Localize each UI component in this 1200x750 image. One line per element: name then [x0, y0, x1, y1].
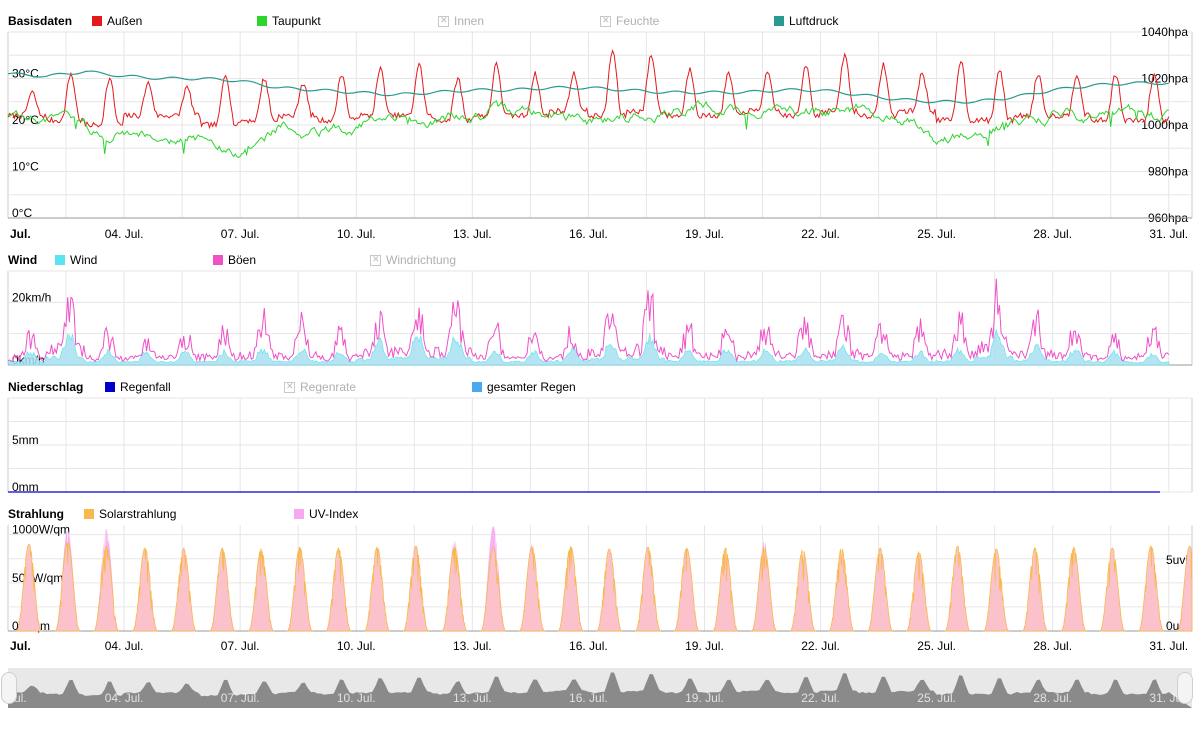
solar-day-area [16, 543, 42, 632]
solar-day-area [905, 550, 932, 632]
x-tick-label: 19. Jul. [685, 639, 724, 653]
y-right-tick-label: 1040hpa [1141, 25, 1188, 39]
x-tick-label: 22. Jul. [801, 639, 840, 653]
x-tick-label: 22. Jul. [801, 227, 840, 241]
solar-day-area [596, 548, 623, 632]
x-tick-label: Jul. [10, 639, 31, 653]
y-tick-label: 10°C [12, 160, 39, 174]
solar-day-area [248, 548, 274, 632]
x-tick-label: 28. Jul. [1033, 227, 1072, 241]
solar-day-area [1099, 547, 1126, 632]
solar-day-area [712, 547, 739, 632]
x-tick-label: 31. Jul. [1149, 227, 1188, 241]
solar-day-area [480, 547, 507, 632]
solar-day-area [1060, 546, 1087, 632]
navigator-tick-label: 28. Jul. [1033, 691, 1072, 705]
solar-day-area [751, 545, 778, 632]
navigator-tick-label: 13. Jul. [453, 691, 492, 705]
x-tick-label: 31. Jul. [1149, 639, 1188, 653]
x-tick-label: 13. Jul. [453, 639, 492, 653]
x-tick-label: 04. Jul. [105, 639, 144, 653]
solar-day-area [519, 546, 545, 632]
y-tick-label: 1000W/qm [12, 523, 70, 537]
solar-day-area [325, 547, 352, 632]
x-tick-label: 28. Jul. [1033, 639, 1072, 653]
navigator-tick-label: 07. Jul. [221, 691, 260, 705]
y-tick-label: 20km/h [12, 290, 51, 304]
navigator-left-handle[interactable] [1, 672, 17, 704]
solar-day-area [983, 548, 1010, 632]
x-tick-label: 16. Jul. [569, 639, 608, 653]
y-right-tick-label: 980hpa [1148, 165, 1188, 179]
navigator-tick-label: 22. Jul. [801, 691, 840, 705]
solar-day-area [789, 549, 816, 632]
x-tick-label: 10. Jul. [337, 639, 376, 653]
x-tick-label: 04. Jul. [105, 227, 144, 241]
x-tick-label: 16. Jul. [569, 227, 608, 241]
navigator-tick-label: 10. Jul. [337, 691, 376, 705]
y-tick-label: 5mm [12, 433, 39, 447]
y-right-tick-label: 5uvi [1166, 553, 1188, 567]
x-tick-label: 10. Jul. [337, 227, 376, 241]
solar-day-area [54, 542, 81, 632]
solar-day-area [441, 546, 468, 632]
solar-day-area [867, 547, 894, 632]
x-tick-label: 07. Jul. [221, 227, 260, 241]
solar-day-area [286, 546, 313, 632]
x-tick-label: Jul. [10, 227, 31, 241]
solar-day-area [364, 546, 391, 632]
solar-day-area [673, 547, 700, 632]
solar-day-area [1022, 547, 1048, 632]
x-tick-label: 25. Jul. [917, 639, 956, 653]
solar-day-area [170, 548, 197, 632]
navigator-tick-label: 04. Jul. [105, 691, 144, 705]
navigator-tick-label: 16. Jul. [569, 691, 608, 705]
y-tick-label: 500W/qm [12, 571, 63, 585]
navigator-right-handle[interactable] [1177, 672, 1193, 704]
solar-day-area [132, 547, 158, 632]
time-navigator[interactable]: Jul. 04. Jul. 07. Jul. 10. Jul. 13. Jul. 16. … [8, 668, 1192, 708]
solar-day-area [635, 546, 661, 632]
x-tick-label: 19. Jul. [685, 227, 724, 241]
solar-day-area [828, 548, 855, 632]
x-tick-label: 07. Jul. [221, 639, 260, 653]
x-tick-label: 13. Jul. [453, 227, 492, 241]
navigator-tick-label: 19. Jul. [685, 691, 724, 705]
solar-day-area [209, 547, 236, 632]
weather-charts[interactable]: 0°C10°C20°C30°C960hpa980hpa1000hpa1020hp… [0, 0, 1200, 668]
navigator-tick-label: 25. Jul. [917, 691, 956, 705]
x-tick-label: 25. Jul. [917, 227, 956, 241]
